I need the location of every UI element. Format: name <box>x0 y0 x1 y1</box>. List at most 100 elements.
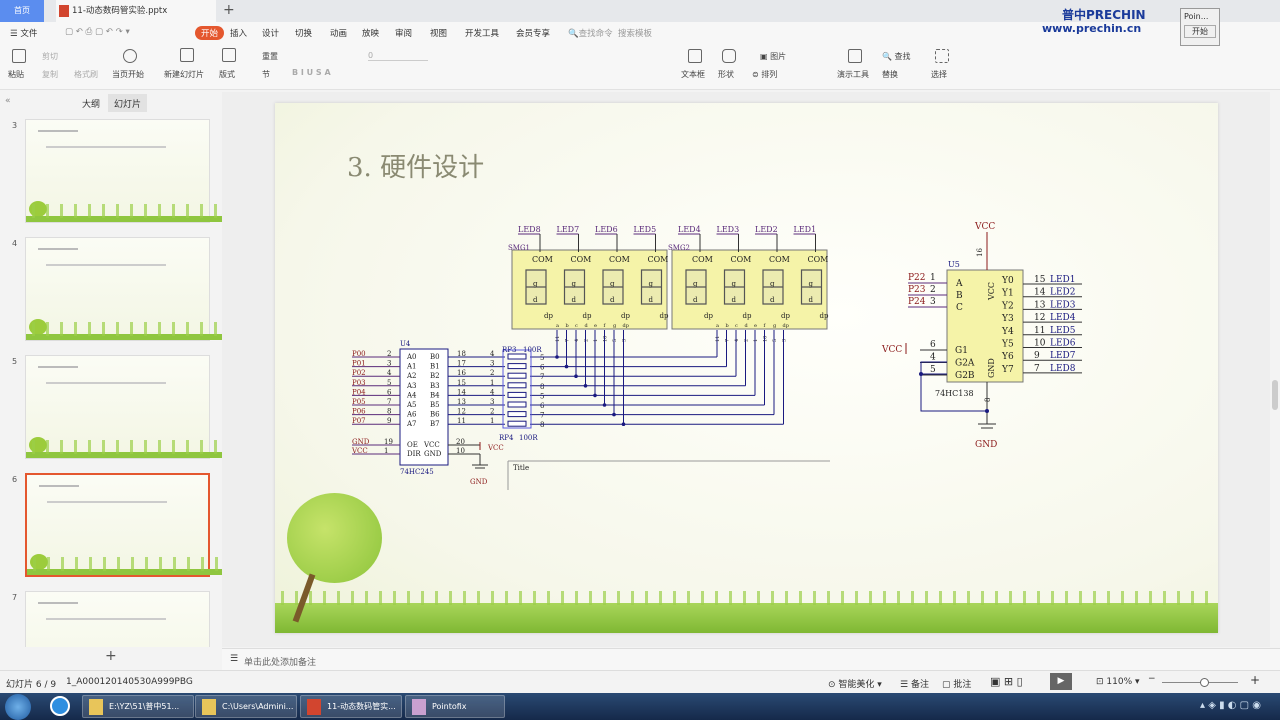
play-current-button[interactable]: 当页开始 <box>112 69 144 80</box>
zoom-in-button[interactable]: + <box>1250 673 1260 687</box>
com-label: COM <box>648 255 669 264</box>
tab-document[interactable]: 11-动态数码管实验.pptx <box>56 0 216 22</box>
slide-thumbnail-panel: 3 4 5 6 7 <box>0 112 222 647</box>
shape-button[interactable]: 形状 <box>718 69 734 80</box>
output-net-label: LED7 <box>1050 351 1076 361</box>
seg-pin-number: 7 <box>565 339 571 342</box>
text-box-button[interactable]: 文本框 <box>681 69 705 80</box>
tab-slides[interactable]: 幻灯片 <box>108 94 148 113</box>
taskbar-item[interactable]: E:\YZ\51\普中51... <box>82 695 194 718</box>
segment-label: d <box>732 296 737 304</box>
beautify-button[interactable]: ⊙ 智能美化 ▾ <box>828 677 882 690</box>
thumb-content-line <box>46 146 166 148</box>
menu-tab-8[interactable]: 开发工具 <box>465 27 499 39</box>
rp-ref: RP3 <box>502 346 516 354</box>
seg-pin-number: 10 <box>603 336 609 342</box>
com-label: COM <box>808 255 829 264</box>
section-button[interactable]: 节 <box>262 69 270 80</box>
new-tab-button[interactable]: + <box>223 2 235 18</box>
file-menu[interactable]: ☰ 文件 <box>10 27 37 39</box>
resistor <box>507 372 527 379</box>
pin-number: 16 <box>976 248 984 257</box>
zoom-slider[interactable] <box>1162 678 1238 687</box>
find-button[interactable]: 🔍 查找 <box>882 51 911 62</box>
select-button[interactable]: 选择 <box>931 69 947 80</box>
start-button[interactable] <box>5 694 31 720</box>
format-buttons[interactable]: B I U S A <box>292 68 331 77</box>
rp-pin: 5 <box>540 354 544 362</box>
format-painter-button[interactable]: 格式刷 <box>74 69 98 80</box>
pointofix-start-button[interactable]: 开始 <box>1184 25 1216 38</box>
notes-placeholder[interactable]: 单击此处添加备注 <box>244 655 316 668</box>
menu-tab-9[interactable]: 会员专享 <box>516 27 550 39</box>
pin-number: 9 <box>387 417 391 425</box>
font-size-field[interactable]: 0 <box>368 51 428 61</box>
slide[interactable]: 3. 硬件设计 SMG1 LED8 COM g d dp LED7 COM g d dp LED6 CO… <box>275 103 1218 633</box>
taskbar-item[interactable]: 11-动态数码管实... <box>300 695 402 718</box>
menu-tab-2[interactable]: 设计 <box>262 27 279 39</box>
picture-button[interactable]: ▣ 图片 <box>760 51 786 62</box>
pointofix-window[interactable]: Poin... 开始 <box>1180 8 1220 46</box>
vcc-label: VCC <box>974 222 995 232</box>
search-command[interactable]: 🔍查找命令 <box>568 27 613 39</box>
junction <box>919 372 923 376</box>
slide-thumbnail[interactable] <box>25 355 222 459</box>
slide-thumbnail[interactable] <box>25 237 222 341</box>
sogou-icon[interactable] <box>50 696 70 716</box>
rp-pin: 2 <box>490 369 494 377</box>
zoom-level[interactable]: ⊡ 110% ▾ <box>1096 677 1140 687</box>
view-mode-buttons[interactable]: ▣ ⊞ ▯ <box>990 675 1023 688</box>
taskbar-item[interactable]: C:\Users\Admini... <box>195 695 297 718</box>
new-slide-button[interactable]: 新建幻灯片 <box>164 69 204 80</box>
menu-tab-3[interactable]: 切换 <box>295 27 312 39</box>
collapse-panel-icon[interactable]: « <box>5 96 11 106</box>
vcc-label: VCC <box>881 345 902 355</box>
slideshow-button[interactable]: ▶ <box>1050 673 1072 690</box>
menu-tab-7[interactable]: 视图 <box>430 27 447 39</box>
thumb-title-line <box>38 130 78 132</box>
vertical-scrollbar[interactable] <box>1272 380 1278 410</box>
add-slide-button[interactable]: + <box>105 648 117 664</box>
copy-button[interactable]: 复制 <box>42 69 58 80</box>
tab-outline[interactable]: 大纲 <box>82 97 100 110</box>
zoom-slider-knob[interactable] <box>1199 678 1209 687</box>
layout-button[interactable]: 版式 <box>219 69 235 80</box>
cut-button[interactable]: 剪切 <box>42 51 58 62</box>
reset-button[interactable]: 重置 <box>262 51 278 62</box>
pin-name: A6 <box>406 411 417 419</box>
taskbar-item-label: Pointofix <box>432 702 467 711</box>
arrange-button[interactable]: ⊜ 排列 <box>752 69 777 80</box>
notes-bar[interactable]: ☰ 单击此处添加备注 <box>222 648 1280 670</box>
quick-access-icons[interactable]: ▢ ↶ ⎙ ▢ ↶ ↷ ▾ <box>65 27 130 37</box>
slide-thumbnail[interactable] <box>25 591 210 647</box>
junction <box>564 364 569 369</box>
system-tray-icons[interactable]: ▴ ◈ ▮ ◐ ▢ ◉ <box>1200 700 1261 711</box>
menu-tab-0[interactable]: 开始 <box>195 26 225 40</box>
seg-pin-number: 2 <box>584 339 590 342</box>
thumbnail-number: 6 <box>12 475 18 484</box>
zoom-out-button[interactable]: − <box>1148 674 1156 684</box>
slide-thumbnail[interactable] <box>25 473 222 577</box>
thumb-grass <box>26 204 222 222</box>
pin-name: Y0 <box>1001 276 1014 286</box>
comments-button[interactable]: ▢ 批注 <box>942 677 971 690</box>
search-template[interactable]: 搜索模板 <box>618 27 652 39</box>
presenter-tools-button[interactable]: 演示工具 <box>837 69 869 80</box>
menu-tab-4[interactable]: 动画 <box>330 27 347 39</box>
replace-button[interactable]: 替换 <box>882 69 898 80</box>
taskbar-item[interactable]: Pointofix <box>405 695 505 718</box>
tab-home[interactable]: 首页 <box>0 0 44 22</box>
segment-label: d <box>809 296 814 304</box>
paste-button[interactable]: 粘贴 <box>8 69 24 80</box>
segment-label: dp <box>704 312 713 320</box>
notes-button[interactable]: ☰ 备注 <box>900 677 929 690</box>
pin-number: 1 <box>930 273 936 283</box>
menu-tab-6[interactable]: 审阅 <box>395 27 412 39</box>
menu-tab-5[interactable]: 放映 <box>362 27 379 39</box>
menu-tab-1[interactable]: 插入 <box>230 27 247 39</box>
segment-label: d <box>770 296 775 304</box>
slide-thumbnail[interactable] <box>25 119 222 223</box>
thumbnail-number: 5 <box>12 357 18 366</box>
pin-name: B2 <box>430 372 440 380</box>
com-label: COM <box>571 255 592 264</box>
